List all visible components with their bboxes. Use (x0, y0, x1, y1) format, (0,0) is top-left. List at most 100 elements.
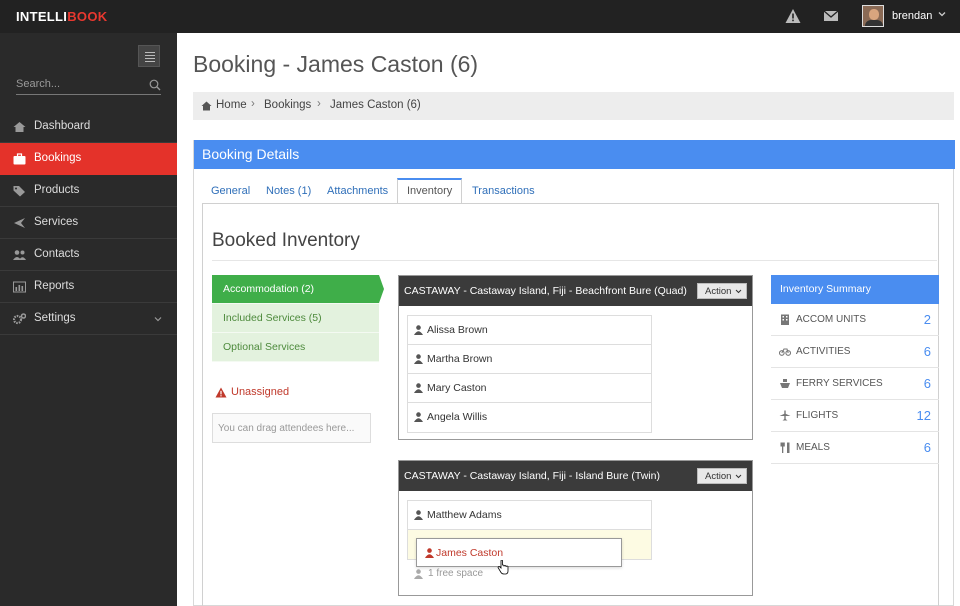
summary-label: FLIGHTS (796, 410, 838, 421)
category-accommodation[interactable]: Accommodation (2) (212, 275, 379, 304)
search-icon[interactable] (149, 79, 161, 91)
unassigned-drop-zone[interactable]: You can drag attendees here... (212, 413, 371, 443)
sidebar-item-contacts[interactable]: Contacts (0, 239, 177, 271)
tab-inventory[interactable]: Inventory (397, 178, 462, 204)
tags-icon (13, 185, 26, 197)
user-icon (414, 569, 423, 579)
envelope-icon[interactable] (823, 8, 839, 24)
attendee-name: Angela Willis (427, 411, 487, 423)
briefcase-icon (13, 153, 26, 165)
sidebar-item-products[interactable]: Products (0, 175, 177, 207)
unassigned-label: Unassigned (231, 386, 289, 398)
sidebar-item-label: Contacts (34, 248, 79, 260)
sidebar-nav: Dashboard Bookings Products Services Con… (0, 111, 177, 335)
attendee-item[interactable]: Matthew Adams (408, 501, 651, 530)
attendee-item[interactable]: Martha Brown (408, 345, 651, 374)
tab-general[interactable]: General (202, 178, 259, 204)
sidebar-item-reports[interactable]: Reports (0, 271, 177, 303)
category-label: Optional Services (223, 341, 305, 353)
summary-label: ACCOM UNITS (796, 314, 866, 325)
cogs-icon (13, 313, 26, 325)
brand-part-2: BOOK (67, 9, 107, 24)
breadcrumb-home-link[interactable]: Home (216, 99, 247, 111)
menu-toggle-button[interactable] (138, 45, 160, 67)
search-input[interactable] (16, 75, 141, 93)
summary-label: MEALS (796, 442, 830, 453)
cutlery-icon (779, 442, 791, 453)
attendee-item[interactable]: Alissa Brown (408, 316, 651, 345)
sidebar-item-label: Services (34, 216, 78, 228)
summary-value: 2 (924, 312, 931, 327)
attendee-item[interactable]: Angela Willis (408, 403, 651, 432)
user-icon (414, 383, 423, 393)
summary-value: 12 (917, 408, 931, 423)
page-title: Booking - James Caston (6) (193, 51, 478, 78)
tab-transactions[interactable]: Transactions (463, 178, 544, 204)
sidebar-item-bookings[interactable]: Bookings (0, 143, 177, 175)
room-card: CASTAWAY - Castaway Island, Fiji - Beach… (398, 275, 753, 440)
attendee-item[interactable]: Mary Caston (408, 374, 651, 403)
room-title: CASTAWAY - Castaway Island, Fiji - Beach… (404, 285, 687, 297)
room-action-button[interactable]: Action (697, 468, 747, 484)
sidebar-item-label: Reports (34, 280, 74, 292)
category-optional-services[interactable]: Optional Services (212, 333, 379, 362)
summary-value: 6 (924, 440, 931, 455)
sidebar-item-label: Settings (34, 312, 76, 324)
summary-row[interactable]: FLIGHTS 12 (771, 400, 939, 432)
booking-details-panel: Booking Details General Notes (1) Attach… (193, 140, 954, 606)
avatar[interactable] (862, 5, 884, 27)
drop-placeholder: You can drag attendees here... (218, 423, 354, 434)
chart-icon (13, 281, 26, 293)
summary-header: Inventory Summary (771, 275, 939, 304)
dashboard-icon (13, 121, 26, 133)
room-title: CASTAWAY - Castaway Island, Fiji - Islan… (404, 470, 660, 482)
sidebar-search (16, 75, 161, 95)
user-icon (425, 548, 434, 558)
dragged-attendee[interactable]: James Caston (416, 538, 622, 567)
panel-header: Booking Details (194, 140, 955, 169)
category-label: Included Services (5) (223, 312, 322, 324)
summary-label: ACTIVITIES (796, 346, 850, 357)
warning-icon[interactable] (785, 8, 801, 24)
ship-icon (779, 378, 791, 389)
summary-row[interactable]: MEALS 6 (771, 432, 939, 464)
category-included-services[interactable]: Included Services (5) (212, 304, 379, 333)
brand-part-1: INTELLI (16, 9, 67, 24)
breadcrumb: Home › Bookings › James Caston (6) (193, 92, 954, 120)
action-label: Action (705, 471, 731, 482)
tab-notes[interactable]: Notes (1) (257, 178, 320, 204)
section-title: Booked Inventory (212, 230, 360, 252)
summary-row[interactable]: ACCOM UNITS 2 (771, 304, 939, 336)
inventory-summary: Inventory Summary ACCOM UNITS 2 ACTIVITI… (771, 275, 939, 464)
username[interactable]: brendan (892, 10, 932, 22)
tab-attachments[interactable]: Attachments (318, 178, 397, 204)
warning-icon (215, 387, 227, 398)
attendee-name: Martha Brown (427, 353, 492, 365)
breadcrumb-separator: › (251, 98, 255, 110)
hand-cursor-icon (497, 560, 509, 575)
brand-logo[interactable]: INTELLIBOOK (16, 9, 107, 24)
breadcrumb-current: James Caston (6) (330, 99, 421, 111)
summary-label: FERRY SERVICES (796, 378, 883, 389)
room-header: CASTAWAY - Castaway Island, Fiji - Beach… (399, 276, 752, 306)
chevron-down-icon (153, 314, 163, 324)
summary-row[interactable]: FERRY SERVICES 6 (771, 368, 939, 400)
breadcrumb-bookings-link[interactable]: Bookings (264, 99, 311, 111)
inventory-tab-content: Booked Inventory Accommodation (2) Inclu… (202, 203, 939, 606)
bicycle-icon (779, 346, 791, 357)
plane-icon (13, 217, 26, 229)
category-label: Accommodation (2) (223, 283, 314, 295)
sidebar-item-settings[interactable]: Settings (0, 303, 177, 335)
chevron-down-icon[interactable] (937, 9, 947, 19)
plane-icon (779, 410, 791, 421)
summary-row[interactable]: ACTIVITIES 6 (771, 336, 939, 368)
attendee-name: Alissa Brown (427, 324, 488, 336)
user-icon (414, 325, 423, 335)
attendee-list: Alissa Brown Martha Brown Mary Caston An… (407, 315, 652, 433)
sidebar-item-dashboard[interactable]: Dashboard (0, 111, 177, 143)
divider (212, 260, 937, 261)
room-action-button[interactable]: Action (697, 283, 747, 299)
chevron-down-icon (735, 473, 742, 480)
attendee-name: James Caston (436, 547, 503, 559)
sidebar-item-services[interactable]: Services (0, 207, 177, 239)
